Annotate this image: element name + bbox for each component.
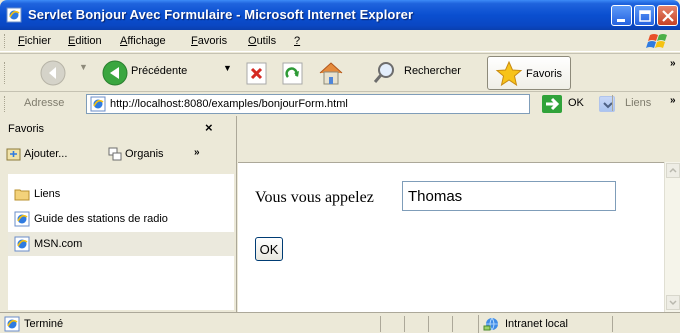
status-separator — [428, 316, 429, 332]
star-icon — [495, 60, 523, 87]
status-separator — [452, 316, 453, 332]
windows-logo-icon — [646, 34, 667, 48]
window-title: Servlet Bonjour Avec Formulaire - Micros… — [28, 7, 414, 22]
scroll-up-button[interactable] — [666, 163, 680, 178]
back-icon[interactable] — [100, 58, 130, 88]
organize-favorites-icon[interactable] — [107, 146, 123, 162]
name-prompt: Vous vous appelez — [255, 189, 374, 206]
list-item[interactable]: Guide des stations de radio — [8, 207, 234, 231]
status-separator — [612, 316, 613, 332]
favorites-close-icon[interactable]: × — [205, 120, 213, 135]
favorites-pane: Favoris × Ajouter... Organis » Liens Gui… — [0, 116, 237, 312]
organize-favorites-label[interactable]: Organis — [125, 148, 164, 160]
address-url: http://localhost:8080/examples/bonjourFo… — [110, 98, 348, 110]
search-icon[interactable] — [370, 58, 400, 88]
favorites-title: Favoris — [8, 123, 45, 135]
add-favorite-icon[interactable] — [6, 146, 22, 162]
status-separator — [404, 316, 405, 332]
back-label-dropdown-icon[interactable]: ▼ — [223, 63, 232, 73]
maximize-icon — [639, 10, 651, 22]
page-content: Vous vous appelez OK — [238, 162, 664, 312]
minimize-button[interactable] — [611, 5, 632, 26]
go-button[interactable] — [542, 95, 562, 113]
ie-page-icon — [14, 211, 30, 227]
address-label: Adresse — [24, 97, 65, 109]
go-button-label[interactable]: OK — [568, 97, 584, 109]
favorites-button[interactable]: Favoris — [487, 56, 571, 90]
favorites-tools-more-icon[interactable]: » — [194, 147, 200, 158]
ie-page-icon — [4, 316, 20, 332]
chevron-down-icon — [669, 300, 677, 306]
minimize-icon — [617, 19, 625, 22]
ie-page-icon — [90, 96, 106, 112]
menu-bar: Fichier Edition Affichage Favoris Outils… — [0, 30, 680, 52]
address-field[interactable]: http://localhost:8080/examples/bonjourFo… — [86, 94, 615, 114]
status-bar: Terminé Intranet local — [0, 312, 680, 333]
security-zone-label: Intranet local — [505, 318, 568, 330]
status-separator — [380, 316, 381, 332]
address-grip[interactable] — [4, 96, 7, 112]
window-titlebar[interactable]: Servlet Bonjour Avec Formulaire - Micros… — [0, 0, 680, 30]
home-icon[interactable] — [316, 58, 346, 88]
standard-toolbar: ▼ Précédente ▼ Rechercher Favoris » — [0, 53, 680, 90]
menu-outils[interactable]: Outils — [248, 35, 276, 47]
back-disabled-icon[interactable] — [38, 58, 68, 88]
name-input[interactable] — [402, 181, 616, 211]
menu-edition[interactable]: Edition — [68, 35, 102, 47]
favorites-button-label: Favoris — [526, 68, 563, 80]
chevron-down-icon — [603, 102, 613, 109]
back-dropdown-icon[interactable]: ▼ — [79, 62, 88, 72]
stop-icon[interactable] — [244, 58, 270, 88]
menu-affichage[interactable]: Affichage — [120, 35, 166, 47]
back-button-label[interactable]: Précédente — [131, 65, 187, 77]
links-separator — [612, 95, 613, 111]
address-bar: Adresse http://localhost:8080/examples/b… — [0, 91, 680, 115]
favorites-header: Favoris × — [0, 116, 237, 140]
links-label[interactable]: Liens — [625, 97, 651, 109]
vertical-scrollbar[interactable] — [664, 162, 680, 312]
maximize-button[interactable] — [634, 5, 655, 26]
search-button-label[interactable]: Rechercher — [404, 65, 461, 77]
scroll-down-button[interactable] — [666, 295, 680, 310]
menu-fichier[interactable]: Fichier — [18, 35, 51, 47]
list-item-label: Liens — [34, 188, 61, 200]
refresh-icon[interactable] — [280, 58, 306, 88]
toolbar-grip[interactable] — [4, 62, 7, 84]
intranet-zone-icon — [483, 317, 498, 331]
close-icon — [662, 10, 674, 22]
ie-page-icon — [14, 236, 30, 252]
favorites-tools: Ajouter... Organis » — [0, 140, 237, 168]
list-item[interactable]: Liens — [8, 182, 234, 206]
security-zone[interactable]: Intranet local — [478, 315, 608, 333]
favorites-list: Liens Guide des stations de radio MSN.co… — [8, 174, 234, 310]
list-item-label: Guide des stations de radio — [34, 213, 168, 225]
folder-icon — [14, 189, 30, 201]
list-item-label: MSN.com — [34, 238, 83, 250]
menu-help[interactable]: ? — [294, 35, 300, 47]
toolbar-more-icon[interactable]: » — [670, 58, 676, 69]
submit-button[interactable]: OK — [255, 237, 283, 261]
menu-grip[interactable] — [4, 34, 7, 48]
list-item[interactable]: MSN.com — [8, 232, 234, 256]
add-favorite-label[interactable]: Ajouter... — [24, 148, 67, 160]
status-text: Terminé — [24, 318, 64, 330]
go-arrow-icon — [546, 97, 560, 111]
ie-page-icon — [6, 7, 22, 23]
menu-favoris[interactable]: Favoris — [191, 35, 227, 47]
chevron-up-icon — [669, 167, 677, 173]
close-button[interactable] — [657, 5, 678, 26]
links-more-icon[interactable]: » — [670, 95, 676, 106]
